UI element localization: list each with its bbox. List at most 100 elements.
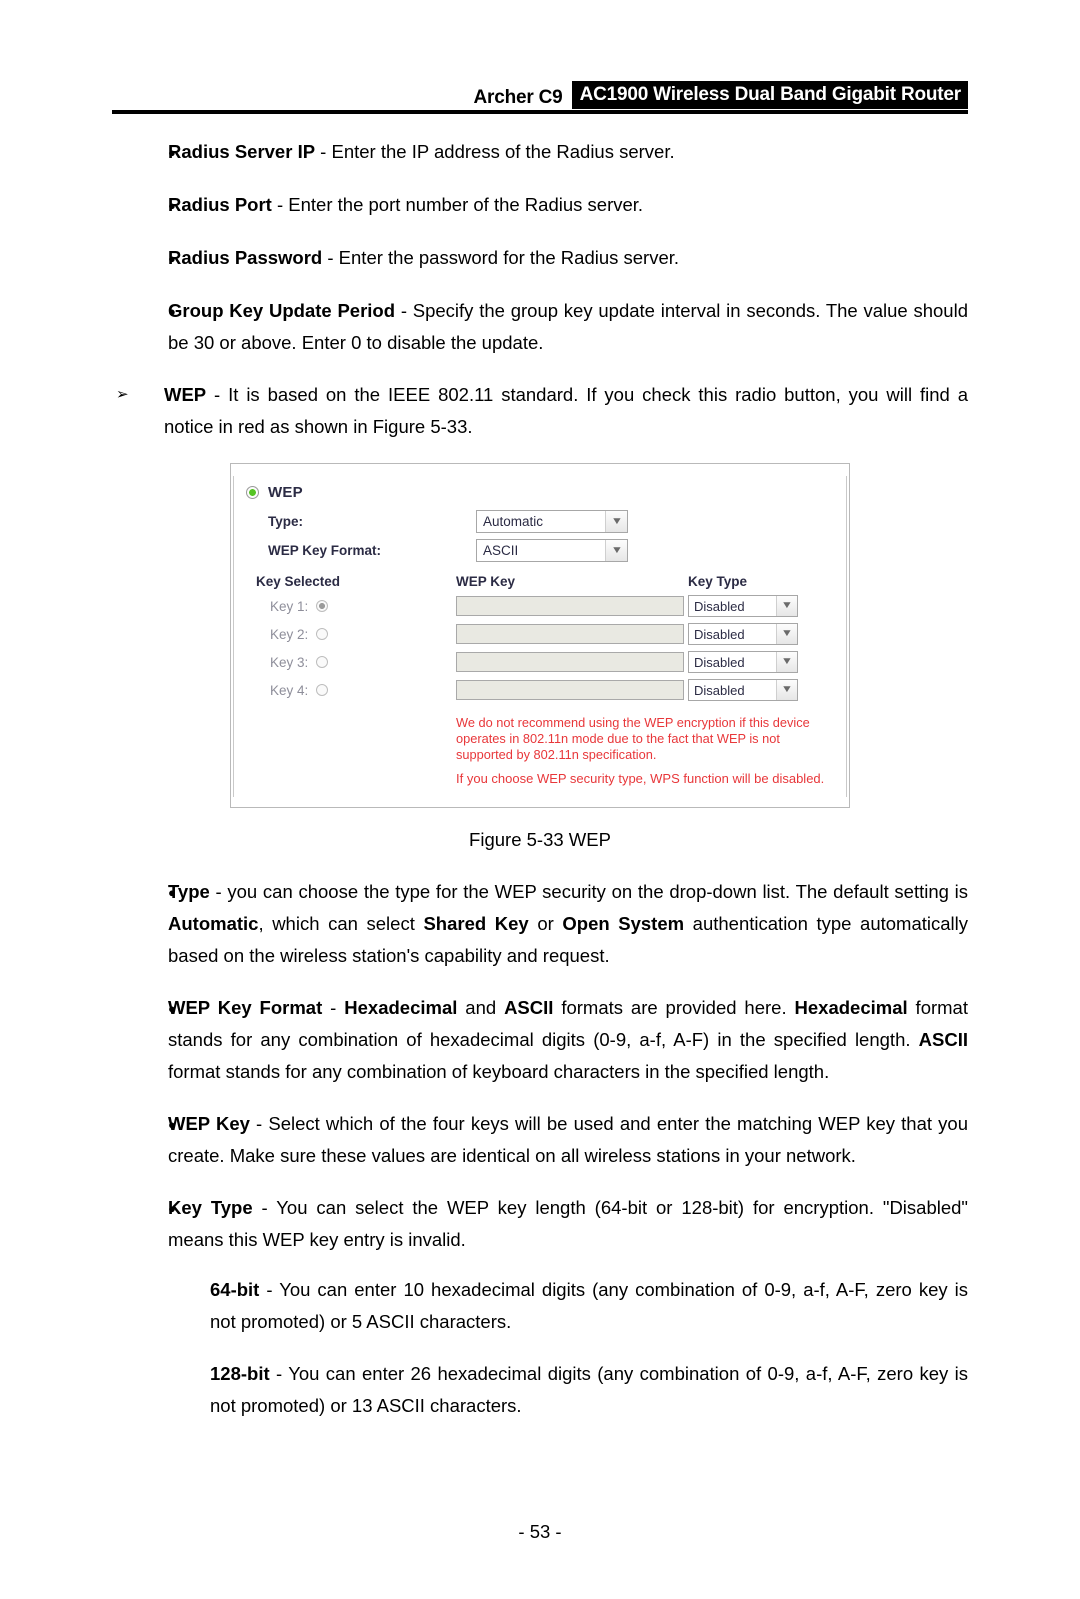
key-table-header: Key Selected WEP Key Key Type [246, 574, 832, 589]
rich-part: - you can choose the type for the WEP se… [209, 881, 968, 902]
list-item-separator: - [271, 194, 289, 215]
column-header-wep-key: WEP Key [456, 574, 516, 589]
list-item: Radius Port - Enter the port number of t… [112, 189, 968, 222]
table-row: Key 1: Disabled [246, 593, 832, 619]
document-page: Archer C9 AC1900 Wireless Dual Band Giga… [0, 72, 1080, 1599]
chevron-down-icon[interactable] [776, 680, 797, 700]
rich-part: Automatic [168, 913, 259, 934]
rich-part: formats are provided here. [553, 997, 795, 1018]
wep-settings-panel: WEP Type: Automatic WEP Key Format: ASCI… [230, 463, 850, 808]
wep-key-input-2[interactable] [456, 624, 684, 644]
key-type-select-1[interactable]: Disabled [688, 595, 798, 617]
wep-intro-item: WEP - It is based on the IEEE 802.11 sta… [112, 379, 968, 443]
wep-key-format-select[interactable]: ASCII [476, 539, 628, 562]
type-select[interactable]: Automatic [476, 510, 628, 533]
list-item-term: Radius Server IP [168, 141, 316, 162]
key-radio-icon[interactable] [316, 628, 329, 640]
header-product-badge: AC1900 Wireless Dual Band Gigabit Router [571, 81, 968, 109]
bullet-dot-icon [112, 242, 168, 275]
key-radio-icon[interactable] [316, 656, 329, 668]
document-header: Archer C9 AC1900 Wireless Dual Band Giga… [112, 72, 968, 114]
bullet-dot-icon [112, 876, 168, 909]
chevron-down-icon[interactable] [776, 624, 797, 644]
wep-parameter-list: Type - you can choose the type for the W… [112, 876, 968, 1422]
rich-part: format stands for any combination of key… [168, 1061, 830, 1082]
key-radio-icon[interactable] [316, 684, 329, 696]
key-type-select-2[interactable]: Disabled [688, 623, 798, 645]
bullet-dot-icon [112, 1108, 168, 1141]
rich-part: WEP Key Format [168, 997, 323, 1018]
arrow-bullet-icon [112, 379, 164, 411]
key-selector-3[interactable]: Key 3: [256, 655, 456, 670]
key-type-select-4[interactable]: Disabled [688, 679, 798, 701]
list-item: Type - you can choose the type for the W… [112, 876, 968, 972]
list-item-term: Group Key Update Period [168, 300, 396, 321]
rich-part: and [457, 997, 505, 1018]
list-item-separator: - [322, 247, 339, 268]
wep-intro-term: WEP [164, 384, 207, 405]
rich-part: Type [168, 881, 210, 902]
rich-part: 64-bit [210, 1279, 260, 1300]
wep-key-input-3[interactable] [456, 652, 684, 672]
type-field-row: Type: Automatic [246, 510, 832, 533]
radius-settings-list: Radius Server IP - Enter the IP address … [112, 136, 968, 443]
wep-notice-block: We do not recommend using the WEP encryp… [456, 715, 832, 787]
figure-caption: Figure 5-33 WEP [469, 829, 611, 850]
type-select-value: Automatic [483, 514, 544, 529]
key-label: Key 1: [270, 598, 309, 614]
list-item-description: Enter the port number of the Radius serv… [288, 194, 644, 215]
table-row: Key 4: Disabled [246, 677, 832, 703]
chevron-down-icon[interactable] [776, 596, 797, 616]
key-selector-1[interactable]: Key 1: [256, 599, 456, 614]
list-item-description: Enter the IP address of the Radius serve… [331, 141, 675, 162]
list-item: Radius Server IP - Enter the IP address … [112, 136, 968, 169]
rich-part: - [322, 997, 345, 1018]
list-item-text: Radius Server IP - Enter the IP address … [168, 136, 968, 168]
wep-panel-inner: WEP Type: Automatic WEP Key Format: ASCI… [233, 476, 847, 797]
wep-intro-separator: - [206, 384, 229, 405]
list-item: Group Key Update Period - Specify the gr… [112, 295, 968, 359]
key-type-select-3[interactable]: Disabled [688, 651, 798, 673]
wep-intro-text: WEP - It is based on the IEEE 802.11 sta… [164, 379, 968, 443]
rich-part: - You can enter 26 hexadecimal digits (a… [210, 1363, 968, 1416]
rich-part: ASCII [918, 1029, 968, 1050]
list-item: Radius Password - Enter the password for… [112, 242, 968, 275]
list-item-separator: - [315, 141, 332, 162]
list-item-text: Radius Port - Enter the port number of t… [168, 189, 968, 221]
wep-notice-2: If you choose WEP security type, WPS fun… [456, 771, 825, 786]
chevron-down-icon[interactable] [776, 652, 797, 672]
list-item-term: Radius Password [168, 247, 323, 268]
rich-part: Key Type [168, 1197, 253, 1218]
list-item-text: Group Key Update Period - Specify the gr… [168, 295, 968, 359]
chevron-down-icon[interactable] [605, 511, 627, 532]
rich-part: - Select which of the four keys will be … [168, 1113, 968, 1166]
rich-part: - You can enter 10 hexadecimal digits (a… [210, 1279, 968, 1332]
bullet-dot-icon [112, 189, 168, 222]
rich-part: ASCII [504, 997, 554, 1018]
figure-wep: WEP Type: Automatic WEP Key Format: ASCI… [112, 463, 968, 808]
wep-key-format-select-value: ASCII [483, 543, 519, 558]
list-item-text-type: Type - you can choose the type for the W… [168, 876, 968, 972]
rich-part: , which can select [258, 913, 424, 934]
list-item-text: Radius Password - Enter the password for… [168, 242, 968, 274]
wep-security-option-row[interactable]: WEP [246, 484, 832, 501]
wep-key-input-4[interactable] [456, 680, 684, 700]
wep-radio-icon[interactable] [246, 486, 259, 499]
paragraph-64-bit: 64-bit - You can enter 10 hexadecimal di… [210, 1274, 968, 1338]
key-selector-2[interactable]: Key 2: [256, 627, 456, 642]
rich-part: 128-bit [210, 1363, 270, 1384]
table-row: Key 3: Disabled [246, 649, 832, 675]
key-type-value: Disabled [694, 598, 745, 614]
wep-key-input-1[interactable] [456, 596, 684, 616]
list-item: Key Type - You can select the WEP key le… [112, 1192, 968, 1256]
key-selector-4[interactable]: Key 4: [256, 683, 456, 698]
list-item-text-wep-key: WEP Key - Select which of the four keys … [168, 1108, 968, 1172]
chevron-down-icon[interactable] [605, 540, 627, 561]
list-item: WEP Key - Select which of the four keys … [112, 1108, 968, 1172]
paragraph-128-bit: 128-bit - You can enter 26 hexadecimal d… [210, 1358, 968, 1422]
rich-part: Shared Key [423, 913, 529, 934]
key-radio-icon[interactable] [316, 600, 329, 612]
page-footer: - 53 - [0, 1521, 1080, 1543]
wep-key-format-label: WEP Key Format: [268, 543, 382, 558]
wep-intro-description: It is based on the IEEE 802.11 standard.… [164, 384, 968, 437]
